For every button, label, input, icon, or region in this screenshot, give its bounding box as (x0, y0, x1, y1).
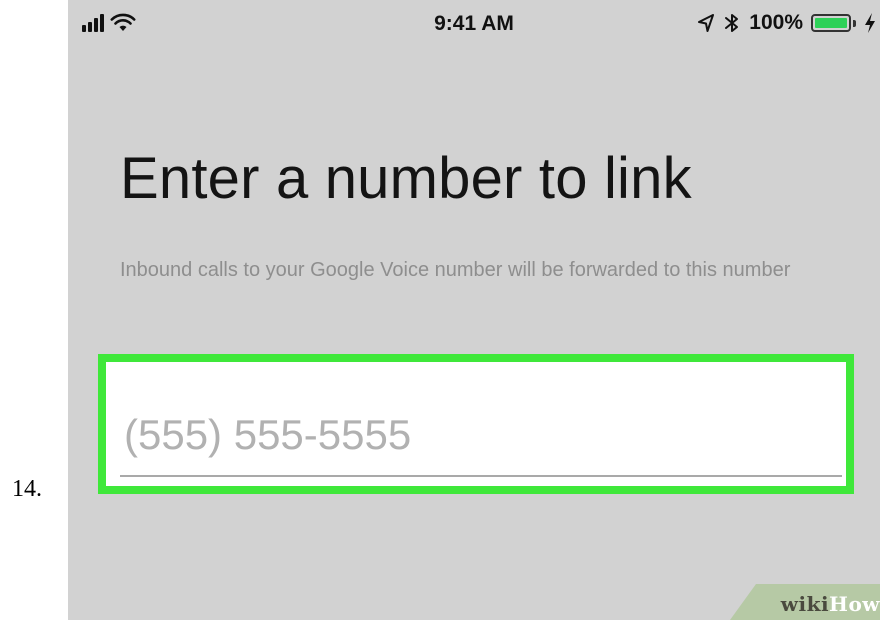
battery-cap (853, 19, 856, 27)
status-bar: 9:41 AM 100% (68, 0, 880, 48)
wikihow-watermark: wikiHow (730, 584, 880, 620)
step-number: 14. (12, 476, 42, 502)
charging-bolt-icon (865, 13, 875, 33)
phone-number-field-highlight (98, 354, 854, 494)
watermark-text: wikiHow (781, 592, 880, 616)
phone-screen: 9:41 AM 100% Enter a number to link Inbo… (68, 0, 880, 620)
input-underline (120, 475, 842, 477)
battery-fill (815, 18, 847, 28)
location-arrow-icon (698, 14, 715, 32)
page: 14. 9:41 AM 100% Enter a number to link … (0, 0, 880, 620)
phone-number-input[interactable] (118, 402, 844, 468)
status-bar-right: 100% (697, 11, 876, 35)
watermark-how: How (829, 592, 880, 616)
watermark-wiki: wiki (780, 592, 830, 616)
page-description: Inbound calls to your Google Voice numbe… (120, 259, 791, 281)
bluetooth-icon (725, 14, 739, 32)
page-title: Enter a number to link (120, 146, 692, 211)
battery-percent: 100% (749, 11, 803, 34)
battery-icon (811, 14, 851, 32)
